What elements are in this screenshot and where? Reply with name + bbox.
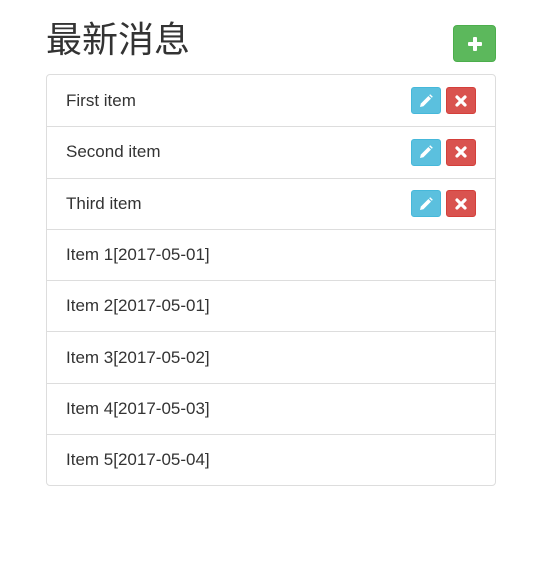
pencil-icon	[419, 93, 433, 108]
list-item-label: Item 2[2017-05-01]	[66, 296, 210, 316]
list-item-label: Item 5[2017-05-04]	[66, 450, 210, 470]
list-item: Item 5[2017-05-04]	[47, 434, 495, 485]
delete-button[interactable]	[446, 138, 476, 166]
list-item: Item 4[2017-05-03]	[47, 382, 495, 434]
list-item-label: First item	[66, 90, 136, 110]
list-item-label: Item 1[2017-05-01]	[66, 245, 210, 265]
delete-button[interactable]	[446, 87, 476, 115]
list-item-label: Item 3[2017-05-02]	[66, 347, 210, 367]
news-list: First item Second item Third item Item 1…	[46, 74, 496, 487]
pencil-icon	[419, 196, 433, 211]
item-actions	[411, 190, 476, 218]
list-item: Item 2[2017-05-01]	[47, 280, 495, 331]
list-item-label: Third item	[66, 193, 142, 213]
header: 最新消息	[46, 0, 496, 74]
list-item: Item 3[2017-05-02]	[47, 331, 495, 382]
list-item-label: Item 4[2017-05-03]	[66, 398, 210, 418]
page-title: 最新消息	[46, 20, 191, 61]
list-item-label: Second item	[66, 142, 161, 162]
edit-button[interactable]	[411, 138, 441, 166]
plus-icon	[467, 36, 482, 51]
list-item: First item	[47, 75, 495, 126]
item-actions	[411, 138, 476, 166]
item-actions	[411, 87, 476, 115]
close-icon	[455, 146, 467, 159]
edit-button[interactable]	[411, 190, 441, 218]
list-item: Item 1[2017-05-01]	[47, 228, 495, 280]
close-icon	[455, 95, 467, 107]
delete-button[interactable]	[446, 190, 476, 218]
list-item: Second item	[47, 126, 495, 177]
edit-button[interactable]	[411, 87, 441, 115]
list-item: Third item	[47, 177, 495, 229]
add-button[interactable]	[453, 25, 496, 62]
pencil-icon	[419, 145, 433, 159]
news-panel: 最新消息 First item Second item Third item I…	[46, 0, 496, 487]
close-icon	[455, 198, 467, 210]
